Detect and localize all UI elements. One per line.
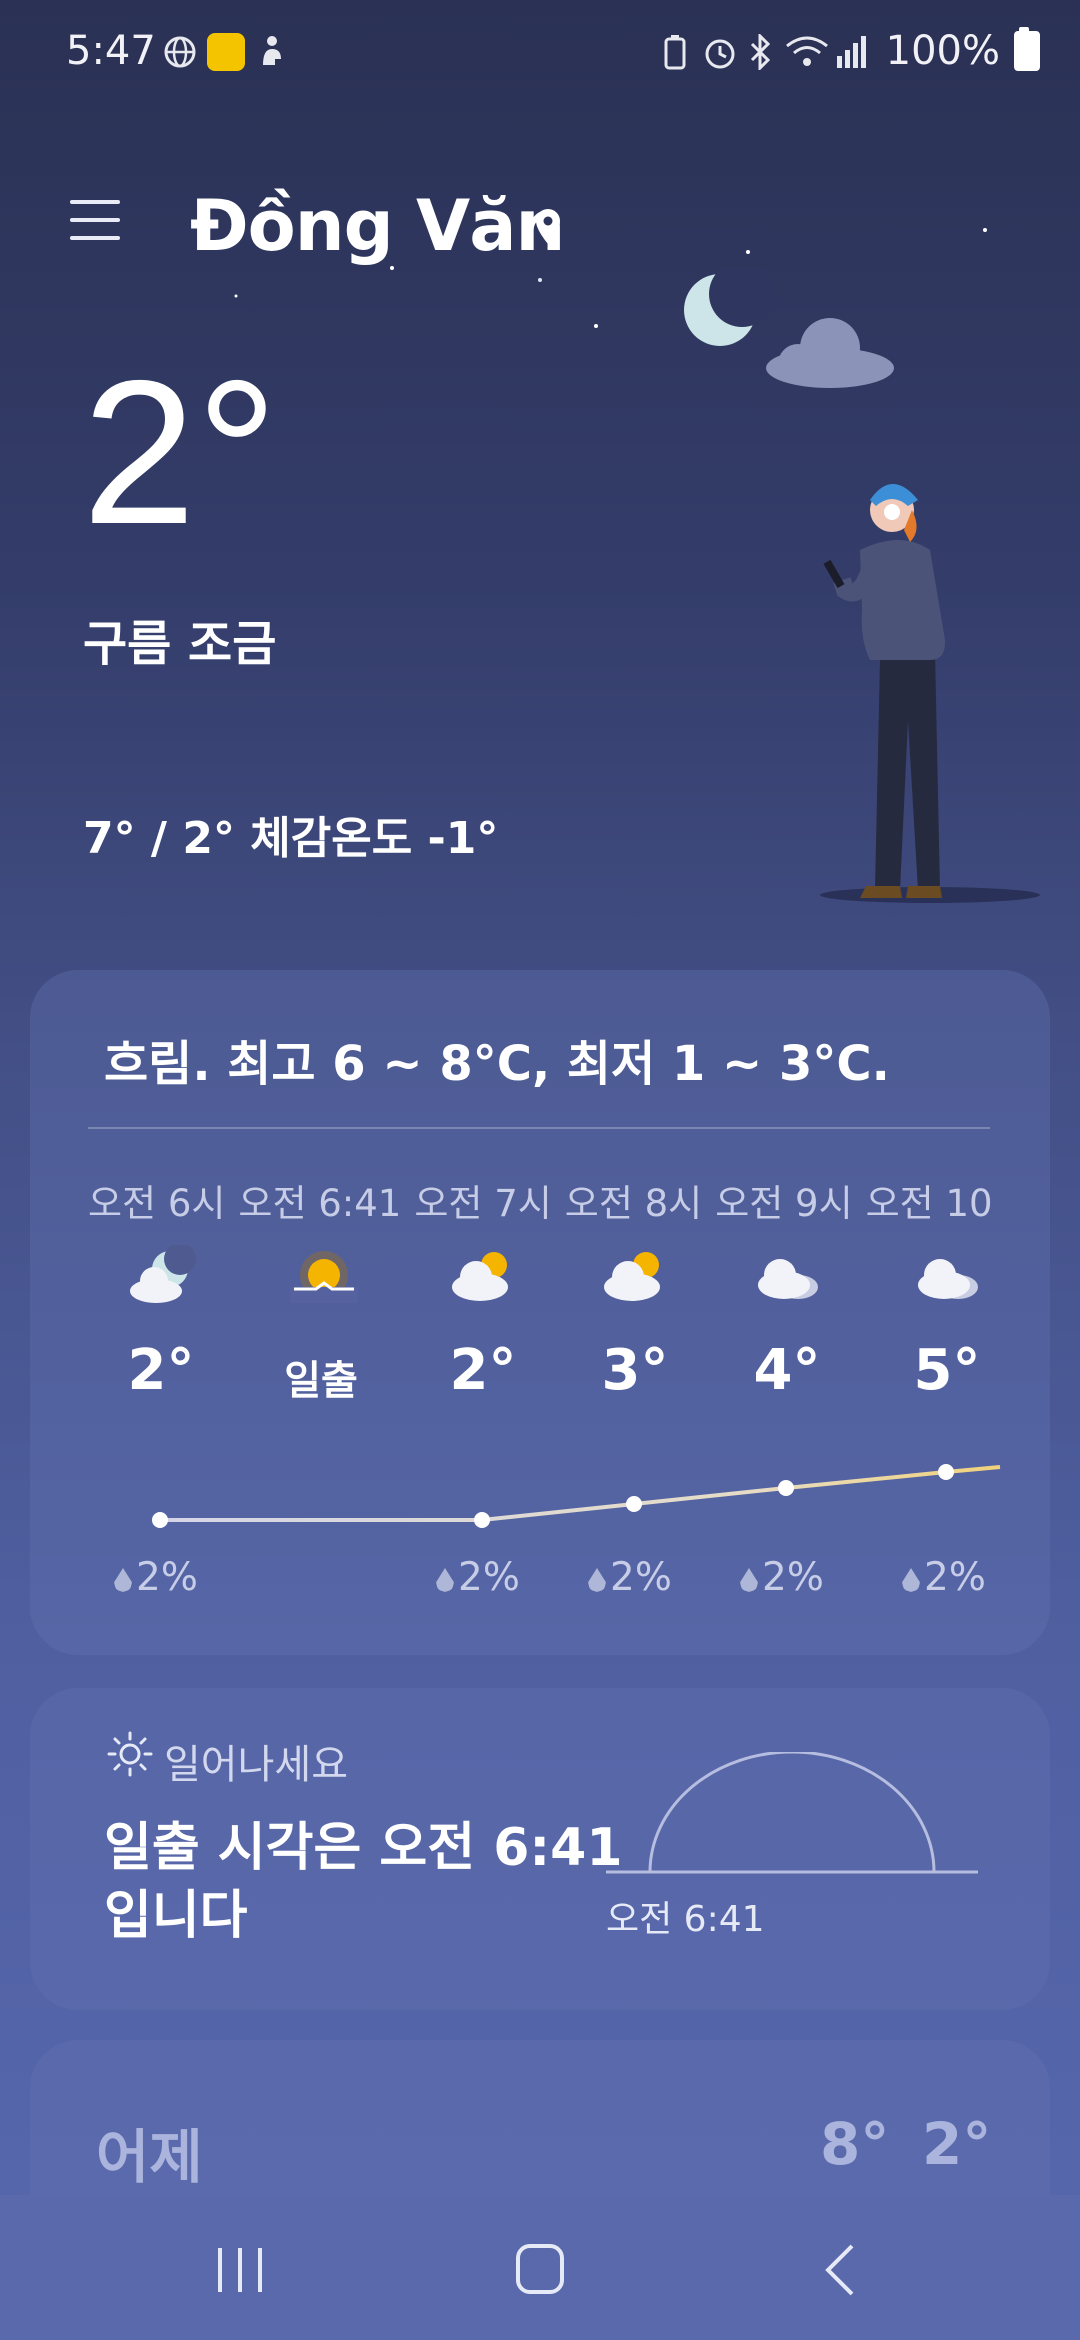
- location-name[interactable]: Đồng Văn: [190, 185, 565, 267]
- temperature-point: [626, 1496, 642, 1512]
- daily-summary: 흐림. 최고 6 ~ 8°C, 최저 1 ~ 3°C.: [104, 1036, 890, 1092]
- app-badge-icon: [206, 32, 246, 72]
- sunrise-card-title: 일어나세요: [164, 1742, 348, 1788]
- current-condition: 구름 조금: [83, 616, 277, 672]
- rain-chance-value: 2%: [924, 1555, 986, 1600]
- hour-label: 오전 9시: [715, 1182, 853, 1223]
- temperature-point: [778, 1480, 794, 1496]
- rain-chance: 2%: [902, 1555, 996, 1600]
- sunrise-time: 오전 6:41: [606, 1899, 765, 1940]
- partly-cloudy-icon: [452, 1252, 508, 1301]
- globe-icon: [160, 32, 200, 72]
- raindrop-icon: [588, 1568, 606, 1592]
- raindrop-icon: [740, 1568, 758, 1592]
- partly-cloudy-icon: [604, 1252, 660, 1301]
- accessibility-icon: [254, 32, 290, 72]
- hour-temp: 2°: [449, 1338, 517, 1403]
- sun-arc-graphic: [606, 1752, 978, 1874]
- yesterday-high: 8°: [820, 2110, 890, 2178]
- sunrise-icon: [290, 1251, 358, 1303]
- rain-chance-value: 2%: [136, 1555, 198, 1600]
- rain-chance-value: 2%: [610, 1555, 672, 1600]
- battery-status: 100%: [885, 27, 1040, 74]
- cloudy-icon: [758, 1259, 818, 1299]
- menu-icon[interactable]: [70, 200, 120, 244]
- rain-chance-value: 2%: [458, 1555, 520, 1600]
- rain-chance: 2%: [588, 1555, 672, 1600]
- yesterday-label: 어제: [96, 2123, 203, 2191]
- hour-label: 오전 6:41: [238, 1182, 402, 1223]
- raindrop-icon: [436, 1568, 454, 1592]
- hour-temp: 5°: [913, 1338, 981, 1403]
- raindrop-icon: [902, 1568, 920, 1592]
- temperature-point: [938, 1464, 954, 1480]
- hour-label: 오전 7시: [414, 1182, 552, 1223]
- rain-chance: 2%: [114, 1555, 198, 1600]
- yesterday-low: 2°: [922, 2110, 992, 2178]
- hour-temp: 2°: [127, 1338, 195, 1403]
- temperature-line: [160, 1465, 1001, 1522]
- rain-chance-value: 2%: [762, 1555, 824, 1600]
- sunrise-label: 일출: [284, 1358, 358, 1404]
- sunrise-message: 일출 시각은 오전 6:41 입니다: [104, 1818, 623, 1946]
- location-pin-icon: [536, 209, 560, 244]
- temperature-point: [474, 1512, 490, 1528]
- hour-label: 오전 10: [865, 1182, 993, 1223]
- cloudy-night-icon: [130, 1245, 196, 1303]
- battery-saver-icon: [660, 32, 690, 72]
- hour-labels: 오전 6시 오전 6:41 오전 7시 오전 8시 오전 9시 오전 10: [88, 1173, 993, 1223]
- hour-label: 오전 6시: [88, 1182, 226, 1223]
- status-time: 5:47: [66, 28, 156, 74]
- alarm-icon: [700, 32, 740, 72]
- temperature-point: [152, 1512, 168, 1528]
- signal-icon: [834, 32, 870, 72]
- hi-lo-feels-like: 7° / 2° 체감온도 -1°: [83, 813, 499, 864]
- person-illustration: [820, 484, 1040, 903]
- sun-icon: [107, 1731, 153, 1777]
- home-button[interactable]: [500, 2240, 580, 2300]
- wifi-icon: [784, 32, 830, 72]
- battery-icon: [1014, 27, 1040, 71]
- rain-chance: 2%: [436, 1555, 520, 1600]
- battery-percent: 100%: [885, 28, 1000, 74]
- raindrop-icon: [114, 1568, 132, 1592]
- recent-apps-button[interactable]: [200, 2240, 280, 2300]
- temperature-trend-line: [152, 1464, 1001, 1528]
- rain-chance: 2%: [740, 1555, 824, 1600]
- divider: [88, 1127, 990, 1129]
- hour-label: 오전 8시: [564, 1182, 703, 1223]
- hour-temp: 4°: [753, 1338, 821, 1403]
- back-button[interactable]: [800, 2240, 880, 2300]
- current-temperature: 2°: [82, 338, 278, 567]
- bluetooth-icon: [742, 32, 778, 72]
- cloudy-icon: [918, 1259, 978, 1299]
- moon-cloud-icon: [684, 268, 894, 388]
- hour-temp: 3°: [601, 1338, 669, 1403]
